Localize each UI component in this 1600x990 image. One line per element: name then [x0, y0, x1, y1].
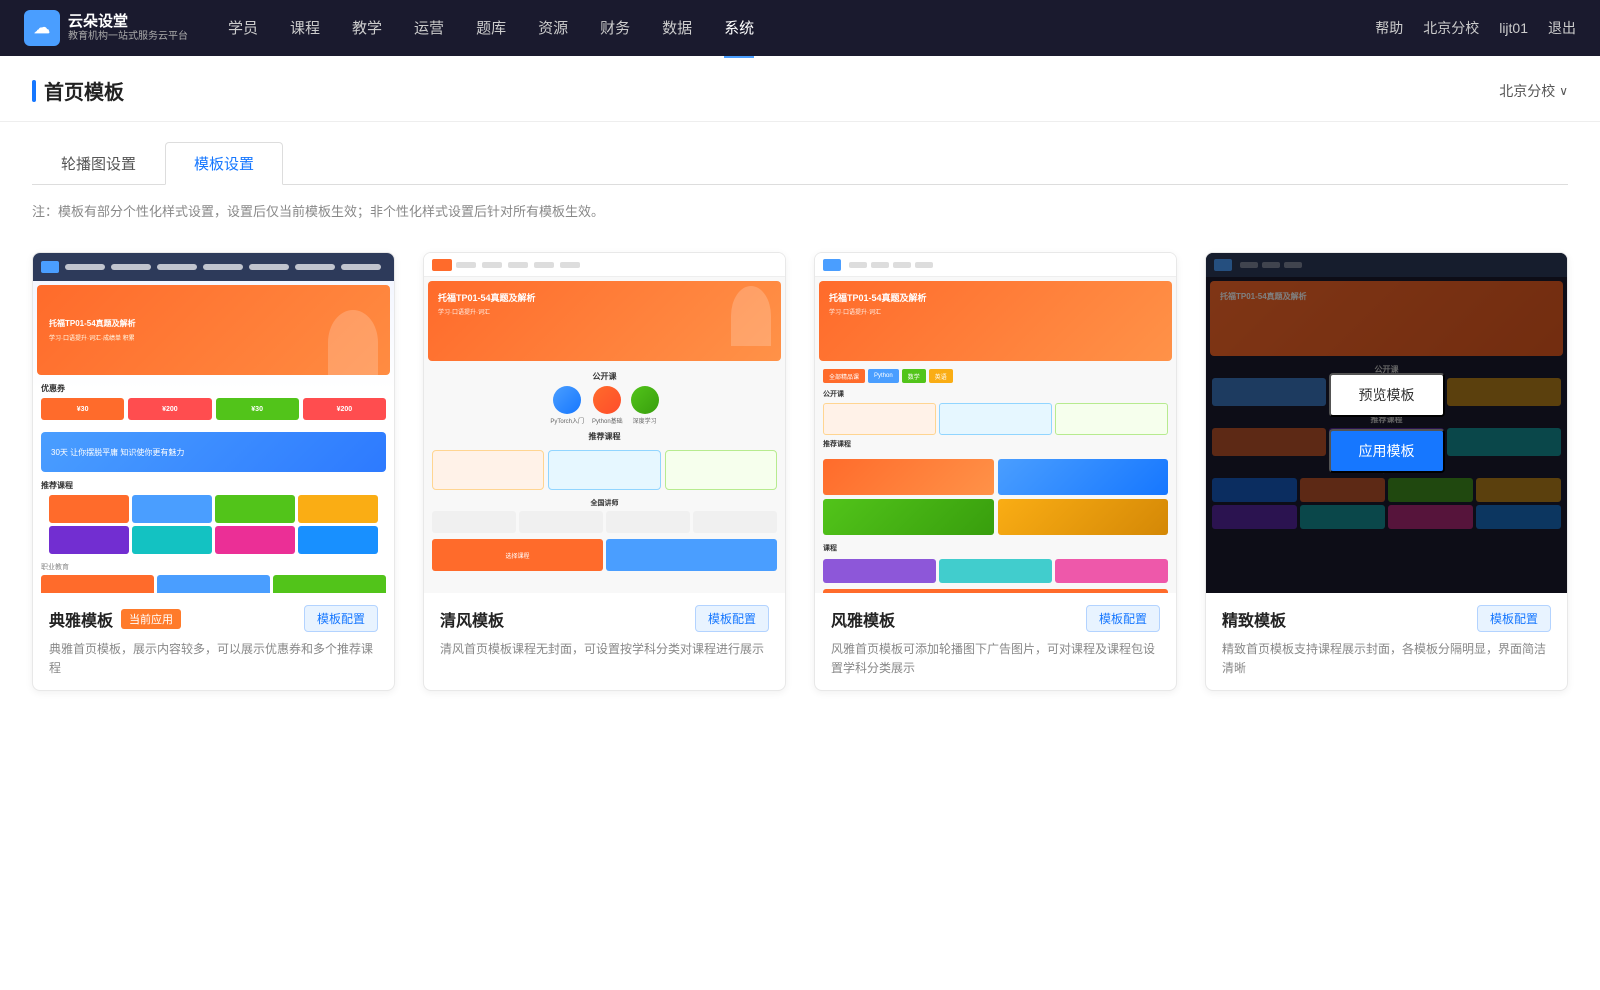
templates-grid: 托福TP01-54真题及解析 学习·口语提升·词汇·成绩单 积累 优惠券 ¥30…: [32, 252, 1568, 691]
note-text: 注：模板有部分个性化样式设置，设置后仅当前模板生效；非个性化样式设置后针对所有模…: [0, 185, 1600, 236]
template-preview-3[interactable]: 托福TP01-54真题及解析 学习·口语提升·词汇 全部精品课 Python 数…: [815, 253, 1176, 593]
school-link[interactable]: 北京分校: [1423, 18, 1479, 38]
nav-item-data[interactable]: 数据: [662, 0, 692, 58]
template-card-4: 预览模板 应用模板 托福TP01-54真题及: [1205, 252, 1568, 691]
nav-item-questions[interactable]: 题库: [476, 0, 506, 58]
tab-template[interactable]: 模板设置: [165, 142, 283, 185]
template-name-group-3: 风雅模板: [831, 607, 895, 631]
template-footer-2: 清风模板 模板配置 清风首页模板课程无封面，可设置按学科分类对课程进行展示: [424, 593, 785, 671]
template-name-row-2: 清风模板 模板配置: [440, 605, 769, 632]
template-config-btn-2[interactable]: 模板配置: [695, 605, 769, 632]
template-preview-2[interactable]: 托福TP01-54真题及解析 学习·口语提升·词汇 公开课 PyTorch入门: [424, 253, 785, 593]
t1-section: 优惠券 ¥30 ¥200 ¥30 ¥200: [33, 379, 394, 428]
nav-item-resources[interactable]: 资源: [538, 0, 568, 58]
template-config-btn-3[interactable]: 模板配置: [1086, 605, 1160, 632]
template-overlay-4: 预览模板 应用模板: [1206, 253, 1567, 593]
template-card-3: 托福TP01-54真题及解析 学习·口语提升·词汇 全部精品课 Python 数…: [814, 252, 1177, 691]
nav-item-courses[interactable]: 课程: [290, 0, 320, 58]
nav-menu: 学员 课程 教学 运营 题库 资源 财务 数据 系统: [228, 0, 1375, 58]
template-desc-2: 清风首页模板课程无封面，可设置按学科分类对课程进行展示: [440, 640, 769, 659]
logo-icon: ☁: [24, 10, 60, 46]
t2-banner: 托福TP01-54真题及解析 学习·口语提升·词汇: [428, 281, 781, 361]
template-desc-1: 典雅首页模板，展示内容较多，可以展示优惠券和多个推荐课程: [49, 640, 378, 678]
t1-header: [33, 253, 394, 281]
navbar: ☁ 云朵设堂 教育机构一站式服务云平台 学员 课程 教学 运营 题库 资源 财务…: [0, 0, 1600, 56]
nav-item-system[interactable]: 系统: [724, 0, 754, 58]
template-footer-3: 风雅模板 模板配置 风雅首页模板可添加轮播图下广告图片，可对课程及课程包设置学科…: [815, 593, 1176, 690]
page-title-bar: [32, 80, 36, 102]
template-name-group-2: 清风模板: [440, 607, 504, 631]
template-name-group-4: 精致模板: [1222, 607, 1286, 631]
page-header: 首页模板 北京分校 ∨: [0, 56, 1600, 122]
nav-item-students[interactable]: 学员: [228, 0, 258, 58]
page-title-wrap: 首页模板: [32, 76, 124, 121]
nav-right: 帮助 北京分校 lijt01 退出: [1375, 18, 1576, 38]
nav-item-teaching[interactable]: 教学: [352, 0, 382, 58]
t2-header: [424, 253, 785, 277]
template-name-2: 清风模板: [440, 607, 504, 631]
school-name: 北京分校: [1499, 81, 1555, 101]
logo[interactable]: ☁ 云朵设堂 教育机构一站式服务云平台: [24, 10, 188, 46]
t1-banner: 托福TP01-54真题及解析 学习·口语提升·词汇·成绩单 积累: [37, 285, 390, 375]
template-name-3: 风雅模板: [831, 607, 895, 631]
apply-template-btn[interactable]: 应用模板: [1329, 429, 1445, 473]
chevron-down-icon: ∨: [1559, 84, 1568, 98]
template-card-2: 托福TP01-54真题及解析 学习·口语提升·词汇 公开课 PyTorch入门: [423, 252, 786, 691]
t1-promo: 30天 让你摆脱平庸 知识使你更有魅力: [41, 432, 386, 472]
template-preview-1[interactable]: 托福TP01-54真题及解析 学习·口语提升·词汇·成绩单 积累 优惠券 ¥30…: [33, 253, 394, 593]
template-card-1: 托福TP01-54真题及解析 学习·口语提升·词汇·成绩单 积累 优惠券 ¥30…: [32, 252, 395, 691]
template-config-btn-1[interactable]: 模板配置: [304, 605, 378, 632]
logo-sub: 教育机构一站式服务云平台: [68, 31, 188, 43]
templates-section: 托福TP01-54真题及解析 学习·口语提升·词汇·成绩单 积累 优惠券 ¥30…: [0, 236, 1600, 731]
template-name-4: 精致模板: [1222, 607, 1286, 631]
template-desc-3: 风雅首页模板可添加轮播图下广告图片，可对课程及课程包设置学科分类展示: [831, 640, 1160, 678]
school-selector[interactable]: 北京分校 ∨: [1499, 81, 1568, 117]
t3-banner: 托福TP01-54真题及解析 学习·口语提升·词汇: [819, 281, 1172, 361]
template-preview-4[interactable]: 预览模板 应用模板 托福TP01-54真题及: [1206, 253, 1567, 593]
tab-carousel[interactable]: 轮播图设置: [32, 142, 165, 185]
user-menu[interactable]: lijt01: [1499, 20, 1528, 36]
t1-courses: 推荐课程: [33, 476, 394, 558]
nav-item-finance[interactable]: 财务: [600, 0, 630, 58]
nav-item-operations[interactable]: 运营: [414, 0, 444, 58]
tabs-container: 轮播图设置 模板设置: [0, 122, 1600, 185]
template-config-btn-4[interactable]: 模板配置: [1477, 605, 1551, 632]
template-name-row-1: 典雅模板 当前应用 模板配置: [49, 605, 378, 632]
help-link[interactable]: 帮助: [1375, 18, 1403, 38]
logout-button[interactable]: 退出: [1548, 18, 1576, 38]
template-name-row-4: 精致模板 模板配置: [1222, 605, 1551, 632]
template-desc-4: 精致首页模板支持课程展示封面，各模板分隔明显，界面简洁清晰: [1222, 640, 1551, 678]
template-badge-1: 当前应用: [121, 609, 181, 629]
main-content: 首页模板 北京分校 ∨ 轮播图设置 模板设置 注：模板有部分个性化样式设置，设置…: [0, 56, 1600, 990]
preview-template-btn[interactable]: 预览模板: [1329, 373, 1445, 417]
template-name-group-1: 典雅模板 当前应用: [49, 607, 181, 631]
template-footer-1: 典雅模板 当前应用 模板配置 典雅首页模板，展示内容较多，可以展示优惠券和多个推…: [33, 593, 394, 690]
template-footer-4: 精致模板 模板配置 精致首页模板支持课程展示封面，各模板分隔明显，界面简洁清晰: [1206, 593, 1567, 690]
tabs: 轮播图设置 模板设置: [32, 142, 1568, 185]
template-name-row-3: 风雅模板 模板配置: [831, 605, 1160, 632]
t3-header: [815, 253, 1176, 277]
logo-text: 云朵设堂 教育机构一站式服务云平台: [68, 13, 188, 43]
page-title: 首页模板: [44, 76, 124, 105]
logo-main: 云朵设堂: [68, 13, 188, 31]
template-name-1: 典雅模板: [49, 607, 113, 631]
